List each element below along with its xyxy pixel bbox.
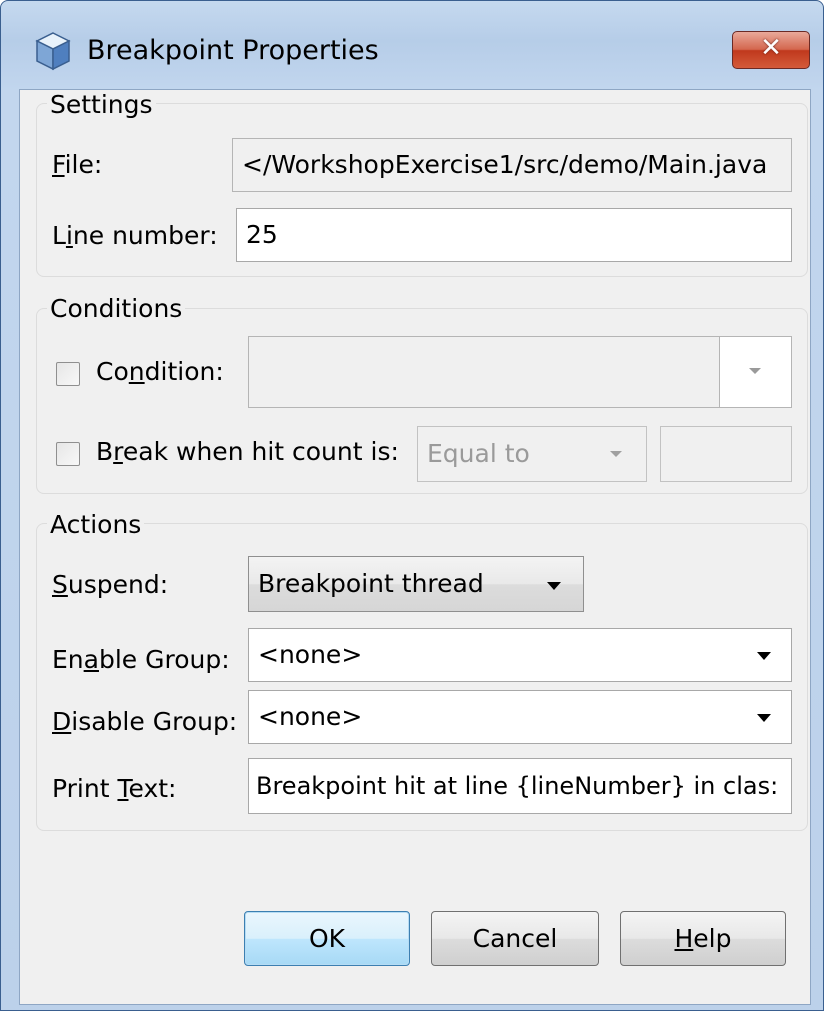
suspend-select[interactable]: Breakpoint thread	[248, 556, 584, 612]
breakpoint-properties-dialog: Breakpoint Properties ✕ Settings File: <…	[0, 0, 824, 1011]
enable-group-select[interactable]: <none>	[248, 628, 792, 682]
print-text-value: Breakpoint hit at line {lineNumber} in c…	[256, 772, 779, 800]
line-number-field[interactable]: 25	[236, 208, 792, 262]
chevron-down-icon	[757, 714, 771, 722]
enable-group-value: <none>	[258, 640, 363, 669]
hit-count-checkbox[interactable]	[56, 442, 80, 466]
dialog-content: Settings File: </WorkshopExercise1/src/d…	[19, 89, 811, 1005]
condition-checkbox[interactable]	[56, 362, 80, 386]
chevron-down-icon	[749, 368, 761, 374]
line-number-label: Line number:	[52, 221, 218, 250]
enable-group-label: Enable Group:	[52, 645, 230, 674]
suspend-value: Breakpoint thread	[258, 569, 484, 598]
cube-icon	[35, 32, 71, 71]
title-bar[interactable]: Breakpoint Properties ✕	[1, 1, 823, 81]
file-value: </WorkshopExercise1/src/demo/Main.java	[242, 150, 768, 179]
hit-count-label: Break when hit count is:	[96, 437, 399, 466]
print-text-field[interactable]: Breakpoint hit at line {lineNumber} in c…	[248, 758, 792, 814]
close-button[interactable]: ✕	[732, 31, 810, 69]
settings-legend: Settings	[47, 90, 156, 119]
conditions-legend: Conditions	[47, 294, 186, 323]
close-icon: ✕	[760, 33, 782, 63]
line-number-value: 25	[246, 220, 278, 249]
print-text-label: Print Text:	[52, 774, 177, 803]
condition-dropdown-button[interactable]	[720, 337, 791, 407]
suspend-label: Suspend:	[52, 570, 169, 599]
hit-count-mode-value: Equal to	[427, 439, 530, 468]
chevron-down-icon	[757, 652, 771, 660]
condition-combo[interactable]	[248, 336, 792, 408]
help-button[interactable]: Help	[620, 911, 786, 966]
ok-button[interactable]: OK	[244, 911, 410, 966]
chevron-down-icon	[547, 582, 561, 590]
chevron-down-icon	[610, 451, 622, 457]
window-title: Breakpoint Properties	[87, 35, 379, 66]
condition-label: Condition:	[96, 357, 224, 386]
disable-group-label: Disable Group:	[52, 707, 238, 736]
file-label: File:	[52, 150, 103, 179]
file-field[interactable]: </WorkshopExercise1/src/demo/Main.java	[232, 138, 792, 192]
cancel-button[interactable]: Cancel	[431, 911, 599, 966]
hit-count-mode-select[interactable]: Equal to	[417, 426, 647, 482]
hit-count-value-field[interactable]	[660, 426, 792, 482]
disable-group-value: <none>	[258, 702, 363, 731]
disable-group-select[interactable]: <none>	[248, 690, 792, 744]
actions-legend: Actions	[47, 510, 145, 539]
